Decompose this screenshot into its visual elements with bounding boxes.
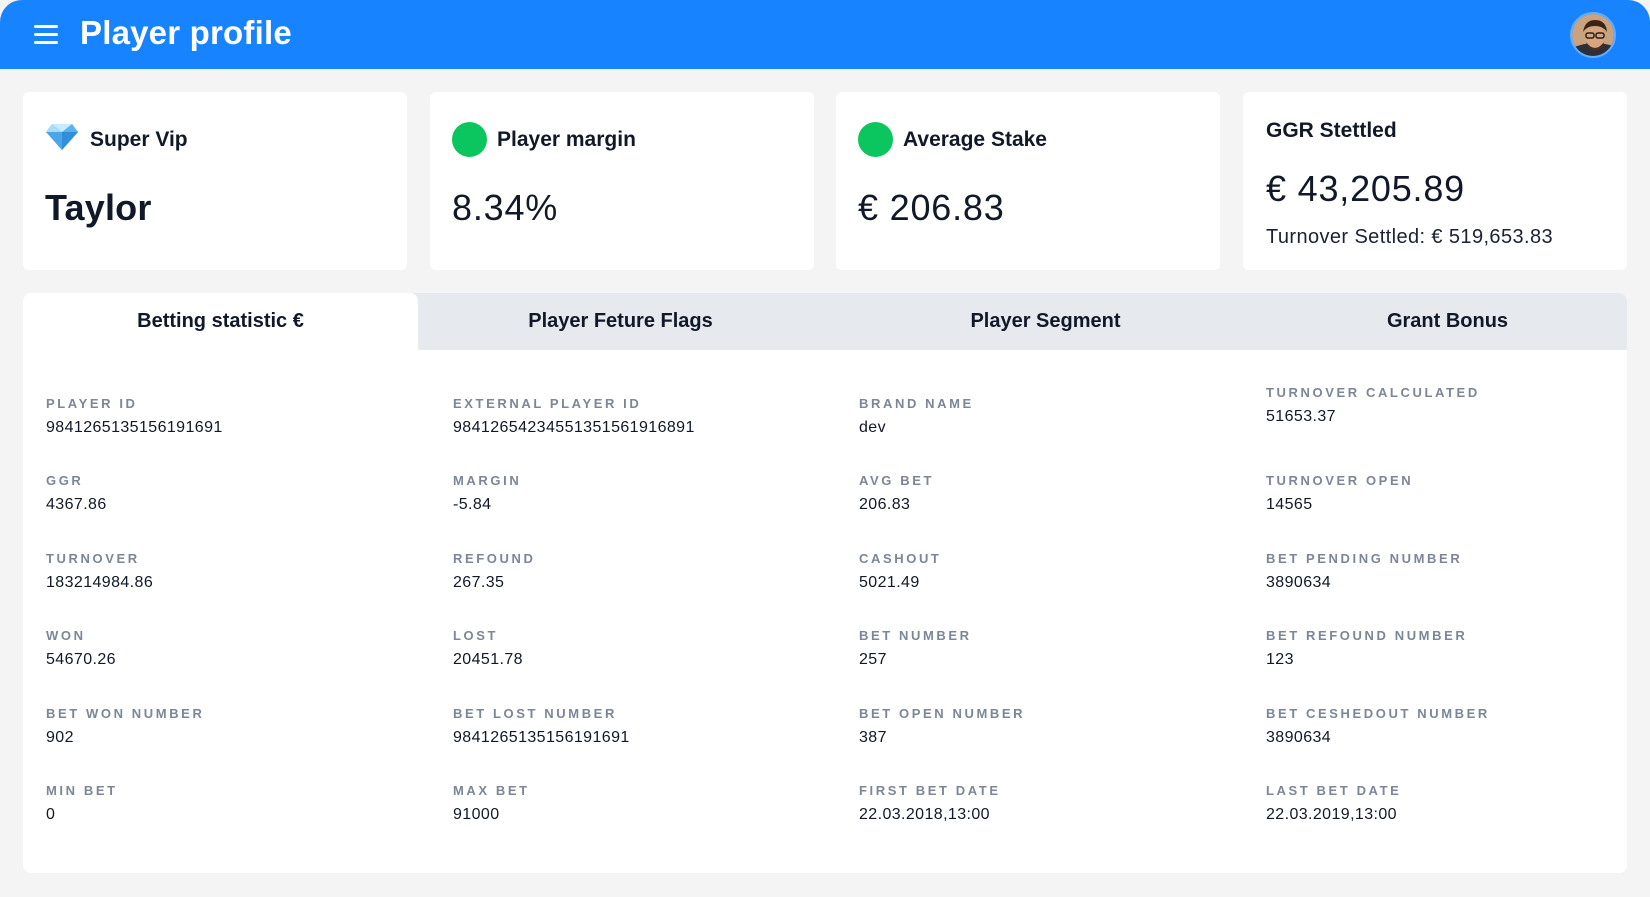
field-value: 9841265135156191691 (453, 729, 630, 746)
field-value: 98412654234551351561916891 (453, 419, 695, 436)
field-brand-name: Brand name dev (859, 396, 974, 437)
field-label: Margin (453, 473, 522, 488)
field-value: 257 (859, 651, 887, 668)
user-avatar[interactable] (1570, 12, 1616, 58)
field-label: Turnover (46, 551, 140, 566)
field-cashout: Cashout 5021.49 (859, 551, 941, 592)
field-label: Bet lost number (453, 706, 617, 721)
turnover-settled: Turnover Settled: € 519,653.83 (1266, 226, 1553, 248)
page-title: Player profile (80, 14, 292, 51)
details-panel: Betting statistic € Player Feture Flags … (23, 293, 1627, 873)
field-value: 206.83 (859, 496, 911, 513)
field-value: 902 (46, 729, 74, 746)
field-first-bet-date: First bet date 22.03.2018,13:00 (859, 783, 1001, 824)
field-won: Won 54670.26 (46, 628, 116, 669)
field-value: 51653.37 (1266, 408, 1336, 425)
field-label: Max bet (453, 783, 530, 798)
tab-player-segment[interactable]: Player Segment (823, 293, 1268, 350)
field-refound: Refound 267.35 (453, 551, 535, 592)
ggr-settled-label: GGR Stettled (1266, 119, 1397, 142)
field-last-bet-date: Last bet date 22.03.2019,13:00 (1266, 783, 1401, 824)
field-turnover-calculated: Turnover calculated 51653.37 (1266, 385, 1480, 426)
tab-bar: Betting statistic € Player Feture Flags … (23, 293, 1627, 350)
vip-card: Super Vip Taylor (23, 92, 407, 270)
diamond-icon (46, 124, 78, 150)
player-margin-label: Player margin (497, 128, 636, 151)
field-label: Avg bet (859, 473, 935, 488)
field-label: Min bet (46, 783, 118, 798)
field-value: 14565 (1266, 496, 1313, 513)
field-value: 22.03.2018,13:00 (859, 806, 990, 823)
field-max-bet: Max bet 91000 (453, 783, 530, 824)
field-label: Bet number (859, 628, 972, 643)
vip-level-label: Super Vip (90, 128, 188, 151)
field-value: 4367.86 (46, 496, 107, 513)
field-bet-lost-number: Bet lost number 9841265135156191691 (453, 706, 630, 747)
average-stake-value: € 206.83 (858, 187, 1005, 228)
field-external-player-id: External player ID 984126542345513515619… (453, 396, 695, 437)
field-label: Bet pending number (1266, 551, 1463, 566)
field-label: Turnover open (1266, 473, 1414, 488)
field-value: 22.03.2019,13:00 (1266, 806, 1397, 823)
average-stake-label: Average Stake (903, 128, 1047, 151)
field-label: Cashout (859, 551, 942, 566)
player-margin-card: Player margin 8.34% (430, 92, 814, 270)
field-value: 123 (1266, 651, 1294, 668)
field-min-bet: Min bet 0 (46, 783, 118, 824)
field-label: Player ID (46, 396, 138, 411)
field-bet-cashedout-number: Bet ceshedout number 3890634 (1266, 706, 1490, 747)
app-window: Player profile Super Vip Taylor Player m… (0, 0, 1650, 897)
field-value: 3890634 (1266, 574, 1332, 591)
average-stake-card: Average Stake € 206.83 (836, 92, 1220, 270)
field-value: 20451.78 (453, 651, 523, 668)
field-value: -5.84 (453, 496, 492, 513)
field-value: 0 (46, 806, 56, 823)
field-label: Bet refound number (1266, 628, 1468, 643)
field-bet-pending-number: Bet pending number 3890634 (1266, 551, 1462, 592)
ggr-settled-value: € 43,205.89 (1266, 168, 1465, 209)
field-bet-won-number: Bet won number 902 (46, 706, 204, 747)
tab-grant-bonus[interactable]: Grant Bonus (1268, 293, 1627, 350)
field-ggr: GGR 4367.86 (46, 473, 107, 514)
tab-player-feature-flags[interactable]: Player Feture Flags (418, 293, 823, 350)
field-value: 54670.26 (46, 651, 116, 668)
field-value: 91000 (453, 806, 500, 823)
field-label: Won (46, 628, 86, 643)
field-lost: Lost 20451.78 (453, 628, 523, 669)
field-label: Bet open number (859, 706, 1026, 721)
field-value: 3890634 (1266, 729, 1332, 746)
field-turnover: Turnover 183214984.86 (46, 551, 153, 592)
field-margin: Margin -5.84 (453, 473, 521, 514)
field-label: Bet ceshedout number (1266, 706, 1490, 721)
status-dot-icon (858, 122, 893, 157)
field-turnover-open: Turnover open 14565 (1266, 473, 1413, 514)
field-label: External player ID (453, 396, 642, 411)
field-label: Refound (453, 551, 536, 566)
field-bet-open-number: Bet open number 387 (859, 706, 1025, 747)
field-player-id: Player ID 9841265135156191691 (46, 396, 223, 437)
field-label: Brand name (859, 396, 974, 411)
player-name: Taylor (45, 187, 152, 228)
field-label: First bet date (859, 783, 1001, 798)
field-value: 9841265135156191691 (46, 419, 223, 436)
tab-betting-statistic[interactable]: Betting statistic € (23, 293, 418, 350)
field-label: Lost (453, 628, 499, 643)
field-value: 387 (859, 729, 887, 746)
ggr-settled-card: GGR Stettled € 43,205.89 Turnover Settle… (1243, 92, 1627, 270)
field-avg-bet: Avg bet 206.83 (859, 473, 934, 514)
field-label: Last bet date (1266, 783, 1402, 798)
hamburger-menu-icon[interactable] (34, 25, 58, 44)
field-value: 267.35 (453, 574, 505, 591)
field-bet-refound-number: Bet refound number 123 (1266, 628, 1467, 669)
player-margin-value: 8.34% (452, 187, 559, 228)
field-bet-number: Bet number 257 (859, 628, 972, 669)
top-bar: Player profile (0, 0, 1650, 69)
field-label: GGR (46, 473, 84, 488)
field-value: 5021.49 (859, 574, 920, 591)
field-label: Turnover calculated (1266, 385, 1480, 400)
field-value: 183214984.86 (46, 574, 154, 591)
field-label: Bet won number (46, 706, 205, 721)
status-dot-icon (452, 122, 487, 157)
field-value: dev (859, 419, 886, 436)
